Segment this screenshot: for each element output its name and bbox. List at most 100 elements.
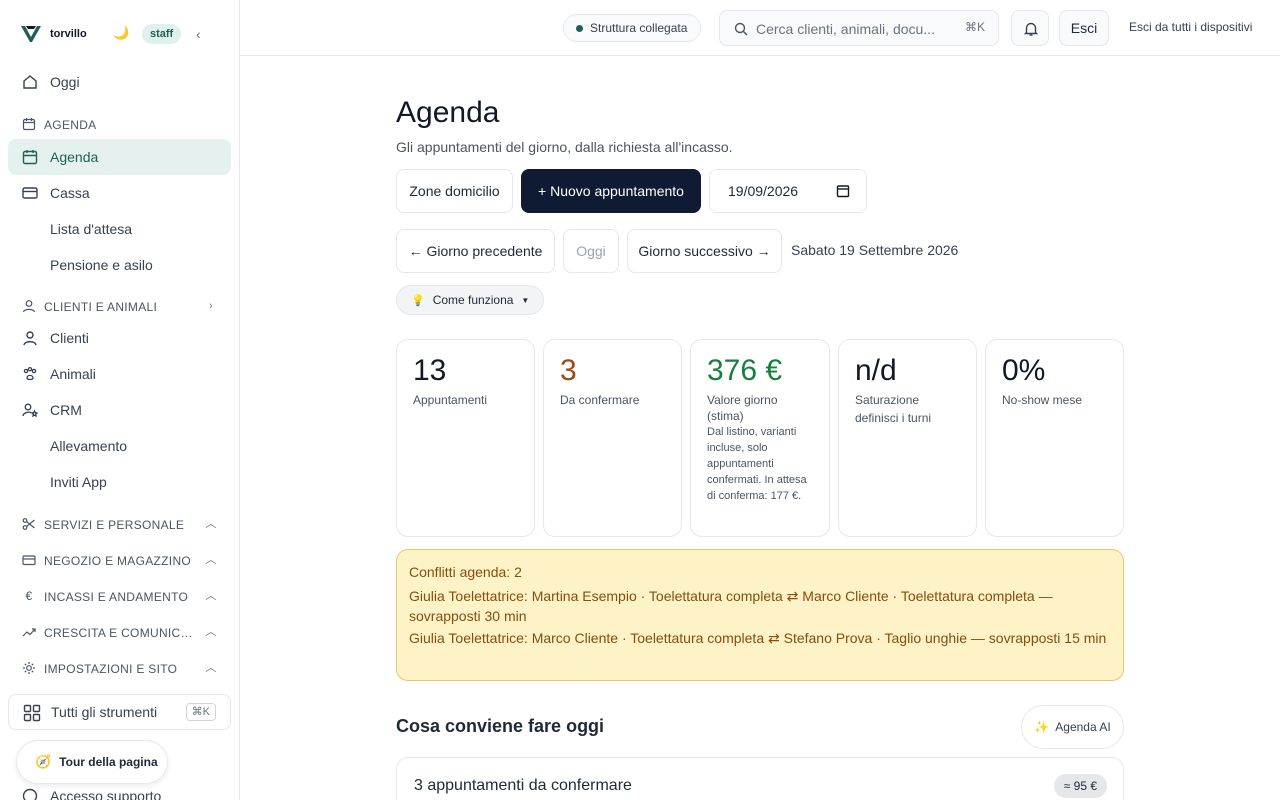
stat-note: definisci i turni <box>855 411 932 425</box>
scissors-icon <box>22 518 35 530</box>
section-impostazioni-sito[interactable]: IMPOSTAZIONI E SITO ︿ <box>8 657 231 681</box>
sidebar-item-label: CRM <box>50 402 82 418</box>
sidebar-item-crm[interactable]: CRM <box>8 392 231 428</box>
sidebar-item-inviti-app[interactable]: Inviti App <box>8 464 231 500</box>
sidebar-item-label: Inviti App <box>50 474 107 490</box>
todo-section-title: Cosa conviene fare oggi <box>396 716 605 736</box>
paw-icon <box>23 366 37 381</box>
agenda-ai-label: Agenda AI <box>1055 720 1111 734</box>
sidebar-item-allevamento[interactable]: Allevamento <box>8 428 231 464</box>
how-it-works-toggle[interactable]: 💡 Come funziona ▼ <box>396 285 545 315</box>
conflict-item[interactable]: Giulia Toelettatrice: Martina Esempio · … <box>409 586 1111 626</box>
zones-button[interactable]: Zone domicilio <box>396 169 513 213</box>
brand-logo[interactable]: torvillo <box>20 22 87 46</box>
logout-button[interactable]: Esci <box>1059 10 1109 46</box>
support-access-label: Accesso supporto <box>50 788 162 800</box>
current-date-label: Sabato 19 Settembre 2026 <box>791 242 959 258</box>
stat-value: n/d <box>855 354 897 387</box>
calendar-icon[interactable] <box>836 184 850 198</box>
sidebar-item-cassa[interactable]: Cassa <box>8 175 231 211</box>
sidebar-item-animali[interactable]: Animali <box>8 356 231 392</box>
section-servizi-personale[interactable]: SERVIZI E PERSONALE ︿ <box>8 513 231 537</box>
conflicts-title: Conflitti agenda: 2 <box>409 564 522 580</box>
chevron-up-icon: ︿ <box>205 554 217 566</box>
section-clienti-animali[interactable]: CLIENTI E ANIMALI › <box>8 295 231 319</box>
sparkles-icon: ✨ <box>1034 720 1050 734</box>
sidebar-item-clienti[interactable]: Clienti <box>8 320 231 356</box>
chevron-up-icon: ︿ <box>205 662 217 674</box>
support-access-link[interactable]: Accesso supporto <box>22 788 161 800</box>
sidebar-item-label: Cassa <box>50 185 90 201</box>
sidebar-item-lista-attesa[interactable]: Lista d'attesa <box>8 211 231 247</box>
section-agenda[interactable]: AGENDA <box>8 113 231 137</box>
stat-value: 0% <box>1002 354 1046 387</box>
section-label: IMPOSTAZIONI E SITO <box>44 662 178 676</box>
notifications-button[interactable] <box>1011 10 1049 46</box>
structure-status-label: Struttura collegata <box>590 21 688 35</box>
section-crescita-comunicazione[interactable]: CRESCITA E COMUNICA... ︿ <box>8 621 231 645</box>
section-incassi-andamento[interactable]: € INCASSI E ANDAMENTO ︿ <box>8 585 231 609</box>
structure-status-pill[interactable]: Struttura collegata <box>563 14 702 42</box>
previous-day-button[interactable]: ← Giorno precedente <box>396 229 555 273</box>
user-star-icon <box>22 403 38 418</box>
compass-icon: 🧭 <box>35 754 52 769</box>
user-icon <box>23 331 37 346</box>
all-tools-button[interactable]: Tutti gli strumenti ⌘K <box>8 694 231 730</box>
search-shortcut-hint: ⌘K <box>964 20 985 34</box>
card-icon <box>22 555 36 566</box>
bell-icon <box>1023 22 1039 36</box>
collapse-sidebar-chevron-icon[interactable]: ‹ <box>196 26 210 42</box>
search-input[interactable] <box>756 19 946 39</box>
stat-value: 376 € <box>707 354 783 387</box>
sidebar-item-label: Pensione e asilo <box>50 257 153 273</box>
agenda-ai-button[interactable]: ✨ Agenda AI <box>1021 705 1124 749</box>
trend-icon <box>22 628 36 637</box>
section-label: SERVIZI E PERSONALE <box>44 518 185 532</box>
stat-card-saturation: n/d Saturazione definisci i turni <box>838 339 977 537</box>
section-label: NEGOZIO E MAGAZZINO <box>44 554 192 568</box>
main-content: Agenda Gli appuntamenti del giorno, dall… <box>240 56 1280 800</box>
sun-gear-icon <box>23 662 35 674</box>
sidebar-item-label: Allevamento <box>50 438 128 454</box>
stat-value: 13 <box>413 354 447 387</box>
chevron-up-icon: ︿ <box>205 626 217 638</box>
section-label: CLIENTI E ANIMALI <box>44 300 158 314</box>
page-subtitle: Gli appuntamenti del giorno, dalla richi… <box>396 139 733 155</box>
next-day-button[interactable]: Giorno successivo → <box>627 229 782 273</box>
stat-label: Saturazione <box>855 393 920 407</box>
section-label: AGENDA <box>44 118 97 132</box>
stat-label: Da confermare <box>560 393 640 407</box>
sidebar-item-oggi[interactable]: Oggi <box>8 64 231 100</box>
sidebar-item-pensione-asilo[interactable]: Pensione e asilo <box>8 247 231 283</box>
lightbulb-icon: 💡 <box>411 294 425 307</box>
euro-icon: € <box>25 589 33 603</box>
sidebar-item-agenda[interactable]: Agenda <box>8 139 231 175</box>
shortcut-hint: ⌘K <box>185 703 216 721</box>
stat-label: Valore giorno (stima) <box>707 393 778 423</box>
section-negozio-magazzino[interactable]: NEGOZIO E MAGAZZINO ︿ <box>8 549 231 573</box>
section-label: INCASSI E ANDAMENTO <box>44 590 189 604</box>
todo-card-label: 3 appuntamenti da confermare <box>414 777 632 794</box>
todo-card-to-confirm[interactable]: 3 appuntamenti da confermare ≈ 95 € <box>396 757 1124 800</box>
logout-all-devices-link[interactable]: Esci da tutti i dispositivi <box>1129 20 1252 34</box>
dark-mode-moon-icon[interactable]: 🌙 <box>113 25 129 41</box>
global-search[interactable]: ⌘K <box>719 10 999 46</box>
home-icon <box>23 75 37 89</box>
page-tour-button[interactable]: 🧭 Tour della pagina <box>16 740 168 784</box>
calendar-icon <box>22 150 38 165</box>
status-dot-icon <box>576 24 583 32</box>
topbar: Struttura collegata ⌘K Esci Esci da tutt… <box>240 0 1280 56</box>
caret-down-icon: ▼ <box>521 295 530 305</box>
all-tools-label: Tutti gli strumenti <box>51 704 158 720</box>
agenda-conflicts-alert: Conflitti agenda: 2 Giulia Toelettatrice… <box>396 549 1124 681</box>
today-button[interactable]: Oggi <box>563 229 619 273</box>
stat-value: 3 <box>560 354 577 387</box>
torvillo-logo-icon <box>21 26 41 42</box>
new-appointment-button[interactable]: + Nuovo appuntamento <box>521 169 701 213</box>
user-icon <box>22 300 36 313</box>
sidebar-item-label: Lista d'attesa <box>50 221 133 237</box>
stat-label: Appuntamenti <box>413 393 488 407</box>
conflict-item[interactable]: Giulia Toelettatrice: Marco Cliente · To… <box>409 628 1111 648</box>
sidebar-item-label: Oggi <box>50 74 80 90</box>
date-picker-input[interactable]: 19/09/2026 <box>709 169 867 213</box>
